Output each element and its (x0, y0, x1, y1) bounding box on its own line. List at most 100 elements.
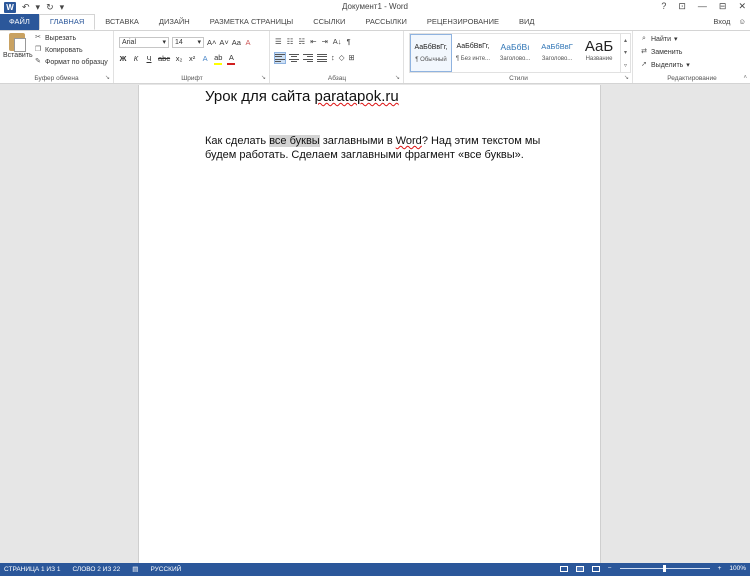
underline-button[interactable]: Ч (145, 54, 153, 64)
styles-scroll[interactable]: ▴ ▾ ▿ (620, 34, 630, 72)
ribbon: Вставить ✂ Вырезать ❐ Копировать ✎ Форма… (0, 30, 750, 84)
web-layout-icon[interactable] (591, 565, 600, 572)
language[interactable]: РУССКИЙ (150, 566, 181, 573)
font-group: Arial ▾ 14 ▾ A˄ A˅ Aa A Ж К Ч abc x₂ x² … (115, 31, 270, 83)
replace-icon: ⇄ (641, 48, 647, 55)
document-paragraph[interactable]: Как сделать все буквы заглавными в Word?… (205, 134, 555, 162)
read-mode-icon[interactable] (559, 565, 568, 572)
tab-review[interactable]: РЕЦЕНЗИРОВАНИЕ (417, 14, 509, 30)
tab-references[interactable]: ССЫЛКИ (303, 14, 355, 30)
paragraph-launcher-icon[interactable]: ↘ (395, 74, 400, 81)
tab-design[interactable]: ДИЗАЙН (149, 14, 200, 30)
style-name: Заголово... (541, 56, 573, 62)
increase-indent-icon[interactable]: ⇥ (322, 37, 328, 46)
tab-file[interactable]: ФАЙЛ (0, 14, 39, 30)
style-heading-1[interactable]: АаБбВı Заголово... (494, 34, 536, 72)
chevron-down-icon[interactable]: ▾ (624, 49, 627, 56)
paste-button[interactable]: Вставить (3, 33, 33, 71)
help-icon[interactable]: ? (661, 1, 666, 12)
bold-button[interactable]: Ж (119, 54, 127, 64)
chevron-up-icon[interactable]: ▴ (624, 37, 627, 44)
chevron-down-icon: ▾ (686, 62, 690, 69)
align-right-button[interactable] (303, 53, 313, 63)
highlight-icon[interactable]: ab (214, 53, 223, 65)
style-sample: АаБбВвГг, (456, 43, 490, 50)
editing-group-label: Редактирование (667, 75, 717, 82)
change-case-icon[interactable]: Aa (232, 38, 241, 48)
style-no-spacing[interactable]: АаБбВвГг, ¶ Без инте... (452, 34, 494, 72)
zoom-out-button[interactable]: − (608, 565, 612, 572)
style-title[interactable]: АаБ Название (578, 34, 620, 72)
shading-icon[interactable]: ◇ (339, 53, 345, 63)
decrease-indent-icon[interactable]: ⇤ (310, 37, 316, 46)
proofing-icon[interactable]: ▤ (132, 565, 138, 573)
search-icon: ⌕ (642, 35, 646, 42)
bullets-icon[interactable]: ☰ (275, 37, 282, 46)
collapse-ribbon-icon[interactable]: ˄ (743, 75, 747, 81)
chevron-down-icon: ▾ (162, 39, 166, 46)
style-heading-2[interactable]: АаБбВвГ Заголово... (536, 34, 578, 72)
tab-page-layout[interactable]: РАЗМЕТКА СТРАНИЦЫ (200, 14, 303, 30)
chevron-down-icon: ▾ (197, 39, 201, 46)
justify-button[interactable] (317, 53, 327, 63)
align-center-button[interactable] (289, 53, 299, 63)
find-button[interactable]: ⌕ Найти ▾ (640, 34, 690, 44)
font-name-select[interactable]: Arial ▾ (119, 37, 169, 48)
page-count[interactable]: СТРАНИЦА 1 ИЗ 1 (4, 566, 60, 573)
pilcrow-icon[interactable]: ¶ (347, 37, 351, 46)
body-word: Word (395, 135, 422, 147)
ribbon-display-icon[interactable]: ⊡ (678, 1, 686, 12)
zoom-slider[interactable] (619, 565, 710, 572)
italic-button[interactable]: К (132, 54, 140, 64)
format-painter-button[interactable]: ✎ Формат по образцу (34, 57, 108, 67)
sort-icon[interactable]: A↓ (333, 37, 342, 46)
select-button[interactable]: ➚ Выделить ▾ (640, 60, 690, 70)
zoom-thumb[interactable] (663, 565, 667, 572)
clear-formatting-icon[interactable]: A (244, 38, 252, 48)
font-color-icon[interactable]: A (227, 53, 236, 65)
font-size-select[interactable]: 14 ▾ (172, 37, 204, 48)
copy-icon: ❐ (34, 46, 42, 53)
clipboard-launcher-icon[interactable]: ↘ (105, 74, 110, 81)
replace-button[interactable]: ⇄ Заменить (640, 47, 690, 57)
font-launcher-icon[interactable]: ↘ (261, 74, 266, 81)
print-layout-icon[interactable] (575, 565, 584, 572)
chevron-down-icon: ▾ (673, 36, 678, 43)
format-painter-label: Формат по образцу (45, 58, 108, 66)
document-heading[interactable]: Урок для сайта paratapok.ru (205, 88, 399, 105)
grow-font-icon[interactable]: A˄ (207, 38, 216, 48)
tab-home[interactable]: ГЛАВНАЯ (38, 14, 96, 30)
align-left-button[interactable] (274, 52, 286, 64)
subscript-button[interactable]: x₂ (175, 54, 183, 64)
sign-in-link[interactable]: Вход (713, 17, 730, 26)
clipboard-group-label: Буфер обмена (34, 75, 79, 82)
tab-mailings[interactable]: РАССЫЛКИ (355, 14, 417, 30)
superscript-button[interactable]: x² (188, 54, 196, 64)
line-spacing-icon[interactable]: ↕ (331, 53, 335, 63)
copy-label: Копировать (45, 46, 83, 54)
numbering-icon[interactable]: ☷ (287, 37, 294, 46)
text-effects-icon[interactable]: A (201, 54, 209, 64)
zoom-level[interactable]: 100% (729, 565, 746, 572)
zoom-in-button[interactable]: + (718, 565, 722, 572)
more-styles-icon[interactable]: ▿ (624, 62, 627, 69)
tab-view[interactable]: ВИД (509, 14, 544, 30)
minimize-button[interactable]: — (698, 1, 707, 12)
style-normal[interactable]: АаБбВвГг, ¶ Обычный (410, 34, 452, 72)
word-count[interactable]: СЛОВО 2 ИЗ 22 (72, 566, 120, 573)
replace-label: Заменить (651, 48, 683, 56)
tab-insert[interactable]: ВСТАВКА (95, 14, 149, 30)
multilevel-list-icon[interactable]: ☵ (298, 37, 305, 46)
shrink-font-icon[interactable]: A˅ (219, 38, 228, 48)
close-button[interactable]: ✕ (738, 1, 746, 12)
cut-button[interactable]: ✂ Вырезать (34, 33, 108, 43)
styles-launcher-icon[interactable]: ↘ (624, 74, 629, 81)
borders-icon[interactable]: ⊞ (349, 53, 355, 63)
document-page[interactable]: Урок для сайта paratapok.ru Как сделать … (138, 85, 601, 563)
copy-button[interactable]: ❐ Копировать (34, 45, 108, 55)
style-sample: АаБбВвГ (541, 42, 573, 51)
smiley-icon[interactable]: ☺ (738, 17, 746, 26)
maximize-button[interactable]: ⊟ (719, 1, 727, 12)
heading-link: paratapok.ru (314, 88, 399, 105)
strikethrough-button[interactable]: abc (158, 54, 170, 64)
